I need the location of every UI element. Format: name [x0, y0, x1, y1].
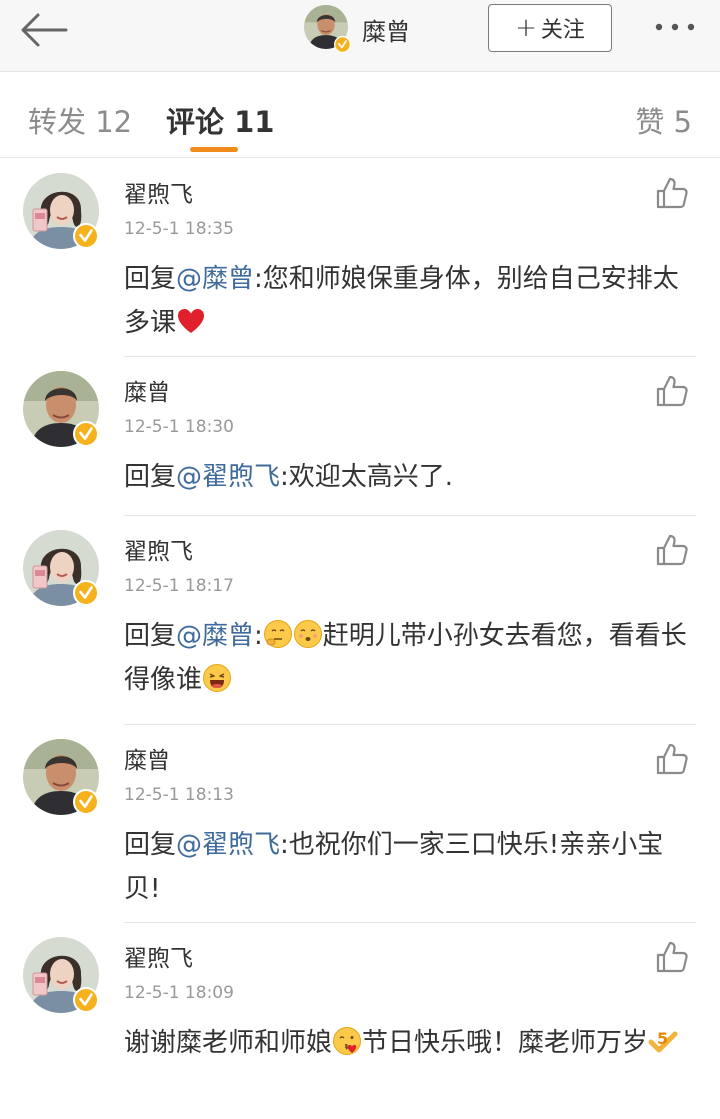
verified-badge-icon	[73, 421, 99, 447]
avatar[interactable]	[23, 937, 103, 1017]
tab-likes[interactable]: 赞 5	[635, 99, 692, 141]
commenter-name[interactable]: 翟煦飞	[124, 175, 193, 209]
commenter-name[interactable]: 翟煦飞	[124, 939, 193, 973]
mention-link[interactable]: @翟煦飞	[176, 830, 280, 860]
avatar[interactable]	[23, 739, 103, 819]
top-navigation-bar: 糜曾 + 关注	[0, 0, 720, 72]
commenter-name[interactable]: 糜曾	[124, 373, 170, 407]
author-name[interactable]: 糜曾	[362, 12, 410, 47]
comment-text: 回复@糜曾:您和师娘保重身体，别给自己安排太多课	[124, 264, 679, 338]
svg-text:5: 5	[657, 1029, 668, 1048]
thumbs-up-icon[interactable]	[654, 741, 690, 777]
comment-time: 12-5-1 18:17	[124, 576, 234, 596]
author-avatar[interactable]	[304, 5, 352, 53]
mention-link[interactable]: @糜曾	[176, 621, 254, 651]
blowing-kiss-emoji-icon	[332, 1026, 362, 1056]
comment-item: 糜曾 12-5-1 18:13 回复@翟煦飞:也祝你们一家三口快乐!亲亲小宝贝!	[0, 725, 720, 923]
comment-time: 12-5-1 18:13	[124, 785, 234, 805]
avatar[interactable]	[23, 530, 103, 610]
laughing-emoji-icon	[202, 663, 232, 693]
wink-emoji-icon	[293, 619, 323, 649]
comment-text: 回复@糜曾: 赶明儿带小孙女去看您，看看长得像谁	[124, 619, 687, 695]
plus-icon: +	[515, 13, 537, 43]
thumbs-up-icon[interactable]	[654, 373, 690, 409]
comment-time: 12-5-1 18:35	[124, 219, 234, 239]
back-arrow-icon[interactable]	[16, 10, 72, 50]
comment-text: 回复@翟煦飞:欢迎太高兴了.	[124, 462, 454, 492]
comment-item: 翟煦飞 12-5-1 18:35 回复@糜曾:您和师娘保重身体，别给自己安排太多…	[0, 159, 720, 357]
active-tab-indicator	[190, 147, 238, 152]
mention-link[interactable]: @糜曾	[176, 264, 254, 294]
verified-badge-icon	[73, 223, 99, 249]
author-header[interactable]: 糜曾	[304, 4, 410, 54]
comment-item: 糜曾 12-5-1 18:30 回复@翟煦飞:欢迎太高兴了.	[0, 357, 720, 516]
avatar[interactable]	[23, 173, 103, 253]
mention-link[interactable]: @翟煦飞	[176, 462, 280, 492]
avatar[interactable]	[23, 371, 103, 451]
thumbs-up-icon[interactable]	[654, 939, 690, 975]
comment-item: 翟煦飞 12-5-1 18:17 回复@糜曾: 赶明儿带小孙女去看您，看看长得像谁	[0, 516, 720, 725]
comment-time: 12-5-1 18:09	[124, 983, 234, 1003]
comment-time: 12-5-1 18:30	[124, 417, 234, 437]
number-five-emoji-icon: 5	[648, 1029, 678, 1053]
verified-badge-icon	[73, 789, 99, 815]
follow-button-label: 关注	[540, 18, 585, 43]
comment-text: 回复@翟煦飞:也祝你们一家三口快乐!亲亲小宝贝!	[124, 830, 664, 904]
heart-emoji-icon	[176, 306, 206, 336]
commenter-name[interactable]: 翟煦飞	[124, 532, 193, 566]
thumbs-up-icon[interactable]	[654, 175, 690, 211]
verified-badge-icon	[334, 36, 351, 53]
tab-comments[interactable]: 评论 11	[166, 99, 274, 141]
commenter-name[interactable]: 糜曾	[124, 741, 170, 775]
thinking-emoji-icon	[263, 619, 293, 649]
more-dots-icon[interactable]	[650, 12, 700, 42]
tab-bar: 转发 12 评论 11 赞 5	[0, 72, 720, 158]
verified-badge-icon	[73, 987, 99, 1013]
comment-text: 谢谢糜老师和师娘 节日快乐哦！糜老师万岁 5	[124, 1021, 698, 1065]
tab-reposts[interactable]: 转发 12	[28, 99, 132, 141]
thumbs-up-icon[interactable]	[654, 532, 690, 568]
follow-button[interactable]: + 关注	[488, 4, 612, 52]
comment-item: 翟煦飞 12-5-1 18:09 谢谢糜老师和师娘 节日快乐哦！糜老师万岁 5	[0, 923, 720, 1119]
verified-badge-icon	[73, 580, 99, 606]
